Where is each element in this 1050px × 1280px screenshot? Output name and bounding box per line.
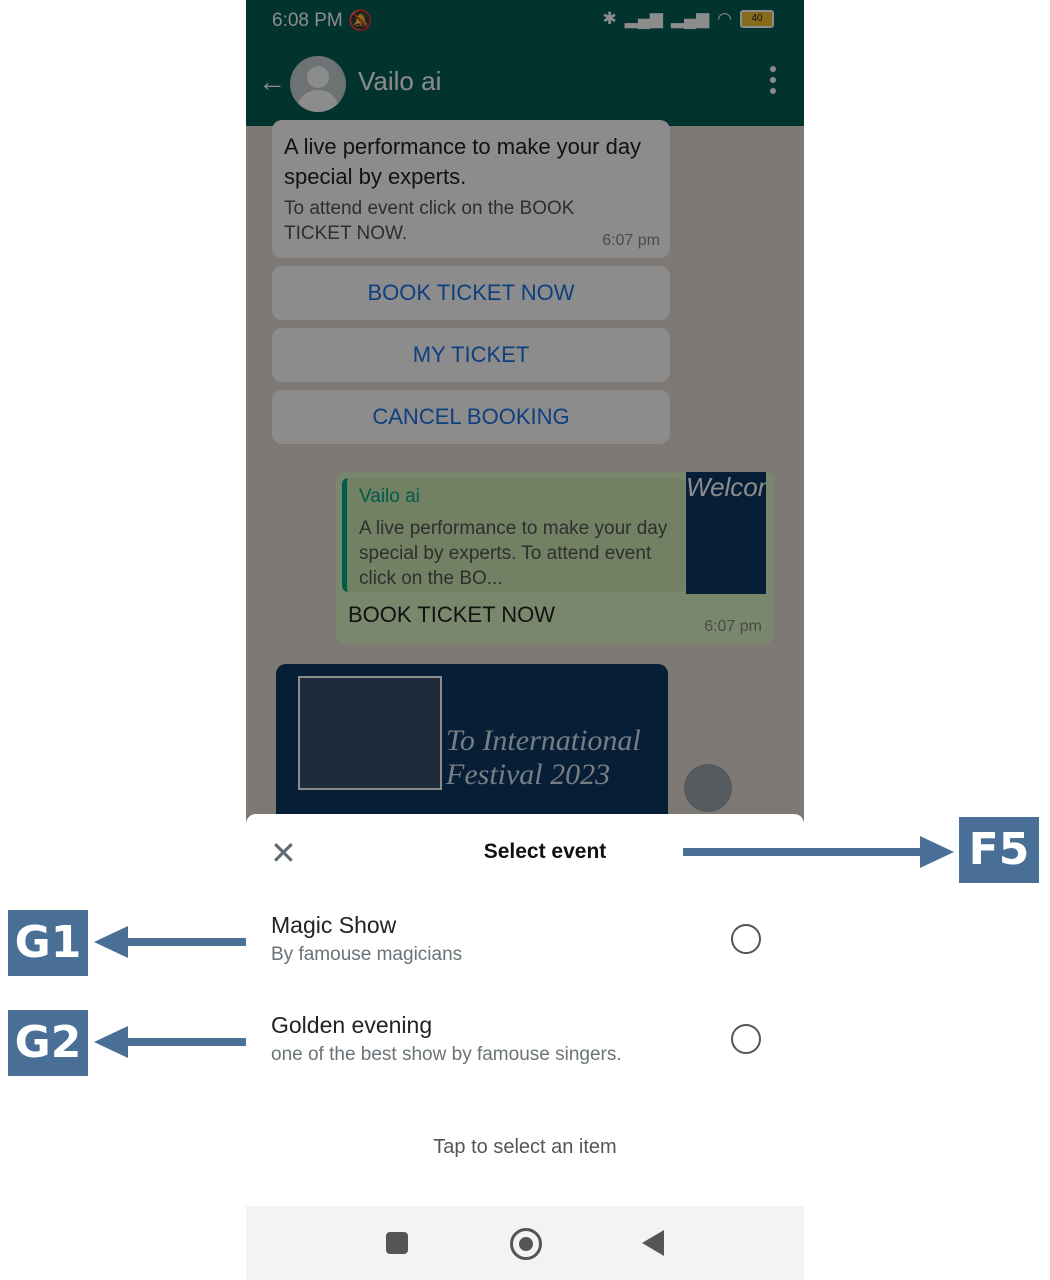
f5-arrow-line: [683, 848, 923, 856]
recents-icon[interactable]: [386, 1232, 408, 1254]
g2-arrow-line: [126, 1038, 246, 1046]
radio-button[interactable]: [731, 1024, 761, 1054]
radio-button[interactable]: [731, 924, 761, 954]
annotation-g1: G1: [8, 910, 88, 976]
g1-arrowhead: [94, 926, 128, 958]
annotation-f5: F5: [959, 817, 1039, 883]
phone-screen: 6:08 PM 🔕 ✱ ▂▄▆ ▂▄▆ ◠ 40 ← Vailo ai A li…: [246, 0, 804, 1280]
g2-arrowhead: [94, 1026, 128, 1058]
g1-arrow-line: [126, 938, 246, 946]
item-subtitle: one of the best show by famouse singers.: [271, 1044, 622, 1065]
dim-overlay[interactable]: [246, 0, 804, 830]
select-event-sheet: ✕ Select event Magic Show By famouse mag…: [246, 814, 804, 1206]
sheet-hint: Tap to select an item: [433, 1136, 617, 1158]
item-title: Magic Show: [271, 912, 397, 938]
system-nav-bar: [246, 1206, 804, 1280]
list-item-magic-show[interactable]: Magic Show By famouse magicians: [271, 912, 791, 986]
home-icon[interactable]: [510, 1228, 542, 1260]
item-title: Golden evening: [271, 1012, 433, 1038]
item-subtitle: By famouse magicians: [271, 944, 463, 965]
annotation-g2: G2: [8, 1010, 88, 1076]
list-item-golden-evening[interactable]: Golden evening one of the best show by f…: [271, 1012, 791, 1086]
back-triangle-icon[interactable]: [642, 1230, 664, 1256]
f5-arrowhead: [920, 836, 954, 868]
